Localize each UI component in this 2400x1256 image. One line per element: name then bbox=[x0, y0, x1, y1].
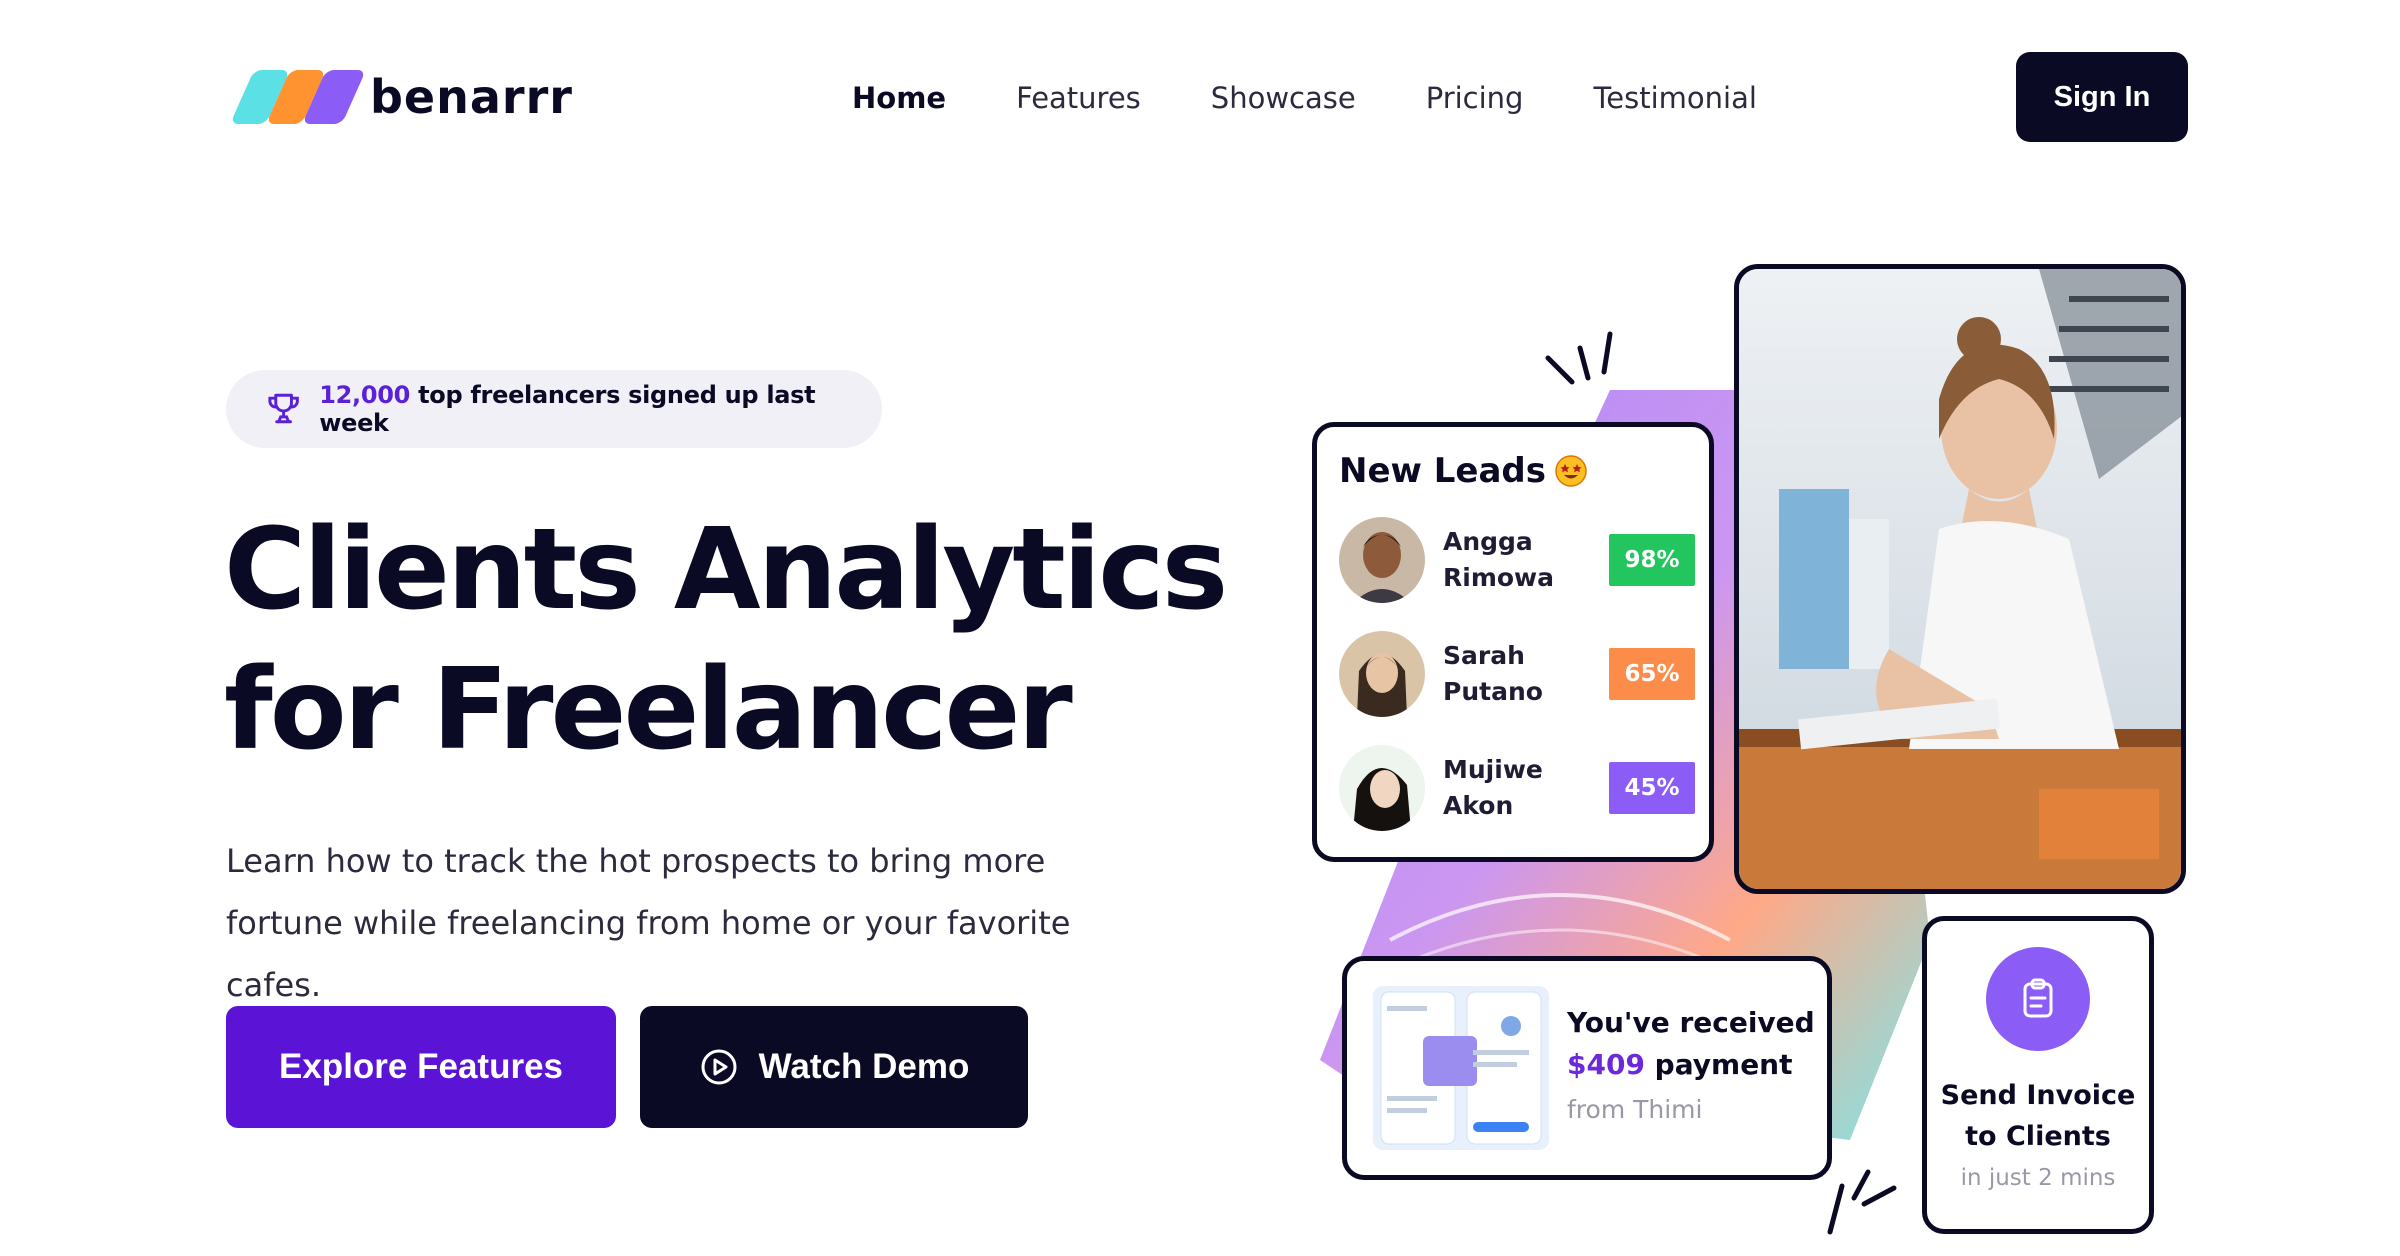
lead-row[interactable]: Sarah Putano 65% bbox=[1339, 629, 1695, 719]
hero-headline: Clients Analytics for Freelancer bbox=[224, 500, 1228, 780]
logo-mark-icon bbox=[228, 66, 367, 128]
avatar bbox=[1339, 745, 1425, 831]
payment-from: from Thimi bbox=[1567, 1095, 1703, 1124]
new-leads-card: New Leads Angga Rimowa 98% Sarah Putano … bbox=[1312, 422, 1714, 862]
signup-badge: 12,000 top freelancers signed up last we… bbox=[226, 370, 882, 448]
invoice-title: Send Invoice to Clients bbox=[1940, 1080, 2136, 1152]
watch-demo-button[interactable]: Watch Demo bbox=[640, 1006, 1028, 1128]
payment-suffix: payment bbox=[1644, 1048, 1793, 1081]
payment-message: You've received bbox=[1567, 1006, 1815, 1039]
play-icon bbox=[701, 1049, 737, 1085]
nav-item-pricing[interactable]: Pricing bbox=[1426, 81, 1524, 115]
invoice-subtitle: in just 2 mins bbox=[1960, 1165, 2116, 1191]
lead-name: Mujiwe Akon bbox=[1443, 755, 1543, 820]
lead-row[interactable]: Angga Rimowa 98% bbox=[1339, 515, 1695, 605]
hero-subtitle: Learn how to track the hot prospects to … bbox=[226, 842, 1071, 1004]
sign-in-button[interactable]: Sign In bbox=[2016, 52, 2188, 142]
lead-score-badge: 45% bbox=[1609, 762, 1695, 814]
freelancer-photo bbox=[1734, 264, 2186, 894]
leads-title: New Leads bbox=[1339, 451, 1547, 491]
nav-item-testimonial[interactable]: Testimonial bbox=[1593, 81, 1756, 115]
nav-item-features[interactable]: Features bbox=[1016, 81, 1141, 115]
avatar bbox=[1339, 517, 1425, 603]
headline-line-2: for Freelancer bbox=[224, 645, 1073, 775]
brand-name: benarrr bbox=[370, 70, 573, 124]
spark-lines-icon bbox=[1827, 1169, 1897, 1235]
main-nav: Home Features Showcase Pricing Testimoni… bbox=[852, 76, 1757, 120]
badge-count: 12,000 bbox=[319, 381, 411, 409]
spark-lines-icon bbox=[1545, 331, 1613, 385]
headline-line-1: Clients Analytics bbox=[224, 505, 1228, 635]
lead-name: Sarah Putano bbox=[1443, 641, 1543, 706]
app-screens-thumbnail bbox=[1373, 986, 1549, 1150]
nav-item-showcase[interactable]: Showcase bbox=[1211, 81, 1356, 115]
clipboard-icon bbox=[1986, 947, 2090, 1051]
trophy-icon bbox=[268, 393, 299, 424]
send-invoice-card[interactable]: Send Invoice to Clients in just 2 mins bbox=[1922, 916, 2154, 1234]
nav-item-home[interactable]: Home bbox=[852, 81, 946, 115]
payment-amount: $409 bbox=[1567, 1048, 1645, 1081]
lead-score-badge: 65% bbox=[1609, 648, 1695, 700]
brand-logo[interactable]: benarrr bbox=[228, 66, 573, 128]
watch-demo-label: Watch Demo bbox=[758, 1047, 970, 1086]
avatar bbox=[1339, 631, 1425, 717]
payment-card: You've received $409 payment from Thimi bbox=[1342, 956, 1832, 1180]
landing-page: benarrr Home Features Showcase Pricing T… bbox=[0, 0, 2400, 1256]
lead-name: Angga Rimowa bbox=[1443, 527, 1555, 592]
explore-features-button[interactable]: Explore Features bbox=[226, 1006, 616, 1128]
lead-score-badge: 98% bbox=[1609, 534, 1695, 586]
starstruck-emoji-icon bbox=[1555, 455, 1587, 487]
lead-row[interactable]: Mujiwe Akon 45% bbox=[1339, 743, 1695, 833]
